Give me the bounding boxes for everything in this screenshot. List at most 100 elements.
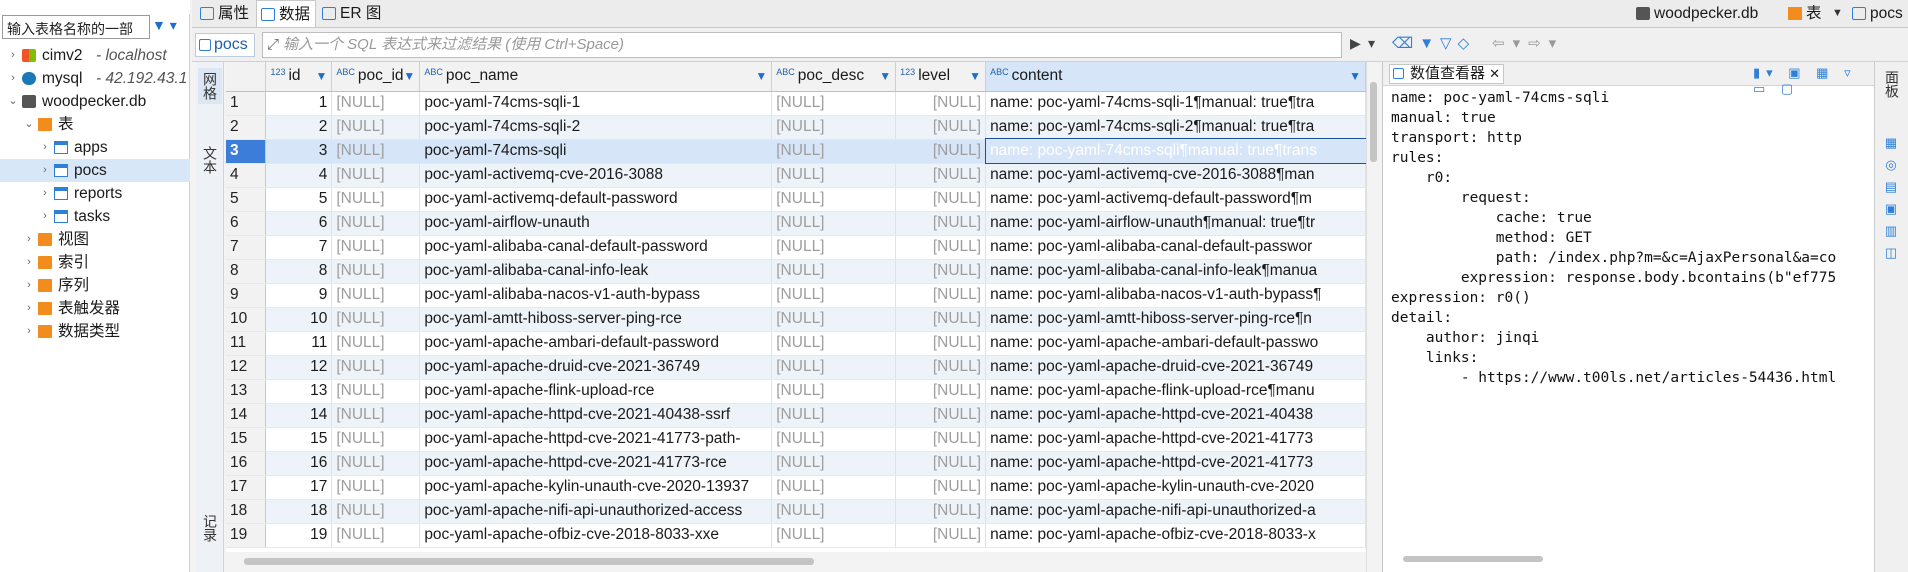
cell-poc_desc[interactable]: [NULL] <box>771 403 897 428</box>
cell-poc_name[interactable]: poc-yaml-74cms-sqli-1 <box>419 91 773 116</box>
tab-data[interactable]: 数据 <box>256 0 316 27</box>
table-row[interactable]: 11 11 [NULL] poc-yaml-apache-ambari-default… <box>226 331 1366 356</box>
chevron-right-icon[interactable]: › <box>6 67 20 90</box>
cell-poc_name[interactable]: poc-yaml-apache-ambari-default-password <box>419 331 773 356</box>
column-header-poc_name[interactable]: ABC poc_name ▼ <box>419 62 773 92</box>
cell-poc_name[interactable]: poc-yaml-alibaba-canal-info-leak <box>419 259 773 284</box>
column-header-poc_desc[interactable]: ABC poc_desc ▼ <box>771 62 897 92</box>
cell-poc_name[interactable]: poc-yaml-apache-nifi-api-unauthorized-ac… <box>419 499 773 524</box>
row-number[interactable]: 11 <box>226 331 267 356</box>
table-row[interactable]: 14 14 [NULL] poc-yaml-apache-httpd-cve-2021… <box>226 403 1366 428</box>
cell-id[interactable]: 2 <box>265 115 333 140</box>
cell-id[interactable]: 14 <box>265 403 333 428</box>
viewer-content[interactable]: name: poc-yaml-74cms-sqli manual: true tra… <box>1391 88 1869 548</box>
cell-poc_desc[interactable]: [NULL] <box>771 163 897 188</box>
cell-poc_desc[interactable]: [NULL] <box>771 331 897 356</box>
tree-item-索引[interactable]: › 索引 <box>0 251 190 274</box>
cell-id[interactable]: 17 <box>265 475 333 500</box>
tree-item-表[interactable]: ⌄ 表 <box>0 113 190 136</box>
cell-poc_id[interactable]: [NULL] <box>331 379 421 404</box>
cell-poc_id[interactable]: [NULL] <box>331 115 421 140</box>
scroll-thumb[interactable] <box>1370 82 1377 162</box>
table-row[interactable]: 6 6 [NULL] poc-yaml-airflow-unauth [NULL] [NU… <box>226 211 1366 236</box>
chevron-right-icon[interactable]: › <box>22 274 36 297</box>
cell-content[interactable]: name: poc-yaml-apache-kylin-unauth-cve-2… <box>985 475 1366 500</box>
chevron-down-icon[interactable]: ⌄ <box>6 90 20 113</box>
cell-level[interactable]: [NULL] <box>895 235 987 260</box>
table-row[interactable]: 4 4 [NULL] poc-yaml-activemq-cve-2016-3088[… <box>226 163 1366 188</box>
table-row[interactable]: 19 19 [NULL] poc-yaml-apache-ofbiz-cve-2018… <box>226 523 1366 548</box>
cell-content[interactable]: name: poc-yaml-apache-httpd-cve-2021-404… <box>985 403 1366 428</box>
cell-id[interactable]: 19 <box>265 523 333 548</box>
cell-poc_desc[interactable]: [NULL] <box>771 91 897 116</box>
cell-poc_name[interactable]: poc-yaml-74cms-sqli <box>419 139 773 164</box>
table-row[interactable]: 18 18 [NULL] poc-yaml-apache-nifi-api-unaut… <box>226 499 1366 524</box>
cell-content[interactable]: name: poc-yaml-activemq-cve-2016-3088¶ma… <box>985 163 1366 188</box>
row-number[interactable]: 2 <box>226 115 267 140</box>
row-number[interactable]: 10 <box>226 307 267 332</box>
cell-level[interactable]: [NULL] <box>895 499 987 524</box>
tree-item-表触发器[interactable]: › 表触发器 <box>0 297 190 320</box>
cell-content[interactable]: name: poc-yaml-activemq-default-password… <box>985 187 1366 212</box>
horizontal-scrollbar[interactable] <box>226 552 1366 572</box>
tree-item-cimv2[interactable]: › cimv2 - localhost <box>0 44 190 67</box>
close-icon[interactable]: ✕ <box>1489 65 1500 83</box>
cell-id[interactable]: 9 <box>265 283 333 308</box>
tab-er-diagram[interactable]: ER 图 <box>318 0 382 27</box>
cell-poc_name[interactable]: poc-yaml-apache-kylin-unauth-cve-2020-13… <box>419 475 773 500</box>
cell-poc_id[interactable]: [NULL] <box>331 523 421 548</box>
cell-poc_name[interactable]: poc-yaml-apache-httpd-cve-2021-40438-ssr… <box>419 403 773 428</box>
cell-id[interactable]: 3 <box>265 139 333 164</box>
row-number[interactable]: 4 <box>226 163 267 188</box>
table-row[interactable]: 8 8 [NULL] poc-yaml-alibaba-canal-info-leak… <box>226 259 1366 284</box>
table-row[interactable]: 5 5 [NULL] poc-yaml-activemq-default-passwo… <box>226 187 1366 212</box>
column-header-content[interactable]: ABC content ▼ <box>985 62 1366 92</box>
cell-id[interactable]: 1 <box>265 91 333 116</box>
tree-item-apps[interactable]: › apps <box>0 136 190 159</box>
tree-item-woodpecker.db[interactable]: ⌄ woodpecker.db <box>0 90 190 113</box>
vertical-scrollbar[interactable] <box>1366 62 1380 572</box>
filter-history-icon[interactable]: ▾ <box>1368 35 1375 52</box>
cell-poc_id[interactable]: [NULL] <box>331 331 421 356</box>
cell-level[interactable]: [NULL] <box>895 115 987 140</box>
row-number[interactable]: 1 <box>226 91 267 116</box>
table-row[interactable]: 1 1 [NULL] poc-yaml-74cms-sqli-1 [NULL] [NULL… <box>226 91 1366 116</box>
chevron-down-icon[interactable]: ⌄ <box>22 113 36 136</box>
cell-poc_name[interactable]: poc-yaml-amtt-hiboss-server-ping-rce <box>419 307 773 332</box>
cell-poc_id[interactable]: [NULL] <box>331 139 421 164</box>
cell-poc_id[interactable]: [NULL] <box>331 211 421 236</box>
table-row[interactable]: 15 15 [NULL] poc-yaml-apache-httpd-cve-2021… <box>226 427 1366 452</box>
tab-panels[interactable]: 面板 <box>1880 68 1904 100</box>
cell-poc_id[interactable]: [NULL] <box>331 427 421 452</box>
cell-poc_name[interactable]: poc-yaml-activemq-cve-2016-3088 <box>419 163 773 188</box>
cell-id[interactable]: 4 <box>265 163 333 188</box>
cell-poc_id[interactable]: [NULL] <box>331 451 421 476</box>
cell-level[interactable]: [NULL] <box>895 331 987 356</box>
chevron-right-icon[interactable]: › <box>22 297 36 320</box>
cell-content[interactable]: name: poc-yaml-apache-httpd-cve-2021-417… <box>985 427 1366 452</box>
cell-id[interactable]: 11 <box>265 331 333 356</box>
chevron-right-icon[interactable]: › <box>38 136 52 159</box>
cell-level[interactable]: [NULL] <box>895 307 987 332</box>
cell-level[interactable]: [NULL] <box>895 283 987 308</box>
cell-poc_desc[interactable]: [NULL] <box>771 499 897 524</box>
cell-poc_name[interactable]: poc-yaml-apache-httpd-cve-2021-41773-pat… <box>419 427 773 452</box>
column-header-level[interactable]: 123 level ▼ <box>895 62 987 92</box>
cell-poc_name[interactable]: poc-yaml-activemq-default-password <box>419 187 773 212</box>
row-number[interactable]: 17 <box>226 475 267 500</box>
cell-level[interactable]: [NULL] <box>895 451 987 476</box>
cell-poc_id[interactable]: [NULL] <box>331 91 421 116</box>
table-row[interactable]: 12 12 [NULL] poc-yaml-apache-druid-cve-2021… <box>226 355 1366 380</box>
table-row[interactable]: 17 17 [NULL] poc-yaml-apache-kylin-unauth-c… <box>226 475 1366 500</box>
tree-item-序列[interactable]: › 序列 <box>0 274 190 297</box>
tab-grid-view[interactable]: 网格 <box>198 68 222 104</box>
row-number[interactable]: 19 <box>226 523 267 548</box>
row-number[interactable]: 16 <box>226 451 267 476</box>
cell-poc_desc[interactable]: [NULL] <box>771 115 897 140</box>
cell-poc_desc[interactable]: [NULL] <box>771 307 897 332</box>
cell-id[interactable]: 18 <box>265 499 333 524</box>
viewer-tab[interactable]: 数值查看器 ✕ <box>1389 64 1505 84</box>
cell-id[interactable]: 12 <box>265 355 333 380</box>
scroll-thumb[interactable] <box>1403 556 1543 562</box>
row-number[interactable]: 9 <box>226 283 267 308</box>
